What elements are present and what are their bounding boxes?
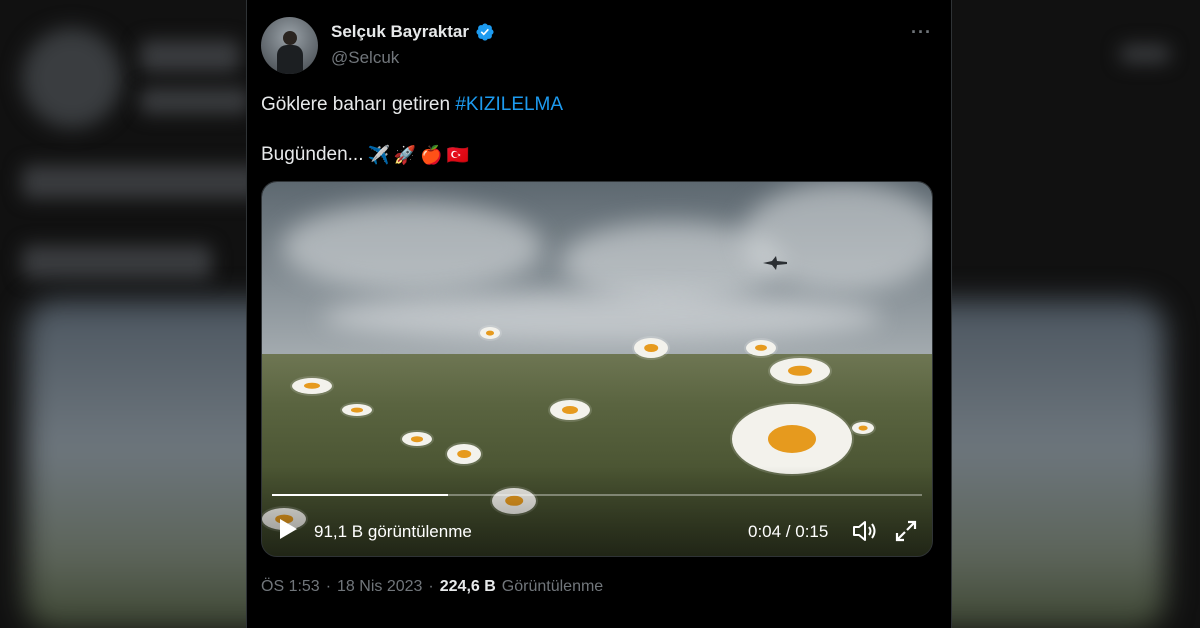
- meta-separator: ·: [325, 578, 332, 595]
- cloud: [282, 202, 542, 292]
- more-icon[interactable]: ···: [911, 22, 932, 43]
- tweet-time[interactable]: ÖS 1:53: [261, 578, 320, 596]
- daisy: [746, 340, 776, 356]
- volume-icon[interactable]: [852, 520, 876, 542]
- daisy: [852, 422, 874, 434]
- video-player[interactable]: 91,1 B görüntülenme 0:04 / 0:15: [261, 181, 933, 557]
- daisy: [770, 358, 830, 384]
- daisy: [402, 432, 432, 446]
- daisy: [447, 444, 481, 464]
- daisy: [480, 327, 500, 339]
- rocket-emoji: 🚀: [393, 144, 417, 165]
- apple-emoji: 🍎: [420, 144, 443, 165]
- views-word: Görüntülenme: [501, 578, 604, 595]
- meta-separator: ·: [428, 578, 434, 595]
- blurred-more: [1120, 45, 1170, 63]
- video-controls-shade: [262, 466, 932, 556]
- author-name[interactable]: Selçuk Bayraktar: [331, 22, 469, 42]
- daisy: [292, 378, 332, 394]
- avatar-head: [283, 31, 297, 45]
- tweet-text-line1: Göklere baharı getiren #KIZILELMA: [261, 94, 563, 116]
- cloud: [322, 292, 882, 342]
- avatar[interactable]: [261, 17, 318, 74]
- cloud: [742, 182, 932, 292]
- tweet-text-line2: Bugünden... ✈️ 🚀 🍎 🇹🇷: [261, 144, 469, 166]
- tweet-text-bugunden: Bugünden...: [261, 144, 364, 165]
- video-views-label: 91,1 B görüntülenme: [314, 522, 472, 541]
- blurred-text-line1: [22, 165, 262, 199]
- tweet-meta: ÖS 1:53 · 18 Nis 2023 · 224,6 B Görüntül…: [261, 578, 603, 596]
- avatar-body: [277, 45, 303, 74]
- daisy: [550, 400, 590, 420]
- author-name-row[interactable]: Selçuk Bayraktar: [331, 22, 495, 42]
- verified-badge-icon: [476, 23, 494, 41]
- tweet-text: Göklere baharı getiren: [261, 94, 456, 115]
- video-time-label: 0:04 / 0:15: [748, 522, 829, 541]
- video-progress-bar[interactable]: [272, 494, 922, 496]
- blurred-name: [140, 40, 240, 72]
- blurred-avatar: [22, 28, 122, 128]
- jet-silhouette: [763, 256, 787, 270]
- fullscreen-icon[interactable]: [895, 520, 917, 542]
- blurred-text-line2: [22, 245, 212, 279]
- tweet-card[interactable]: Selçuk Bayraktar @Selcuk ··· Göklere bah…: [246, 0, 952, 628]
- turkey-flag-emoji: 🇹🇷: [446, 144, 470, 165]
- views-count: 224,6 B: [439, 578, 496, 595]
- author-handle[interactable]: @Selcuk: [331, 48, 399, 68]
- airplane-emoji: ✈️: [367, 144, 390, 165]
- daisy: [732, 404, 852, 474]
- daisy: [342, 404, 372, 416]
- play-icon[interactable]: [278, 518, 298, 540]
- video-progress-fill: [272, 494, 448, 496]
- tweet-date[interactable]: 18 Nis 2023: [337, 578, 422, 596]
- daisy: [634, 338, 668, 358]
- blurred-handle: [140, 88, 250, 114]
- hashtag-link[interactable]: #KIZILELMA: [455, 94, 563, 115]
